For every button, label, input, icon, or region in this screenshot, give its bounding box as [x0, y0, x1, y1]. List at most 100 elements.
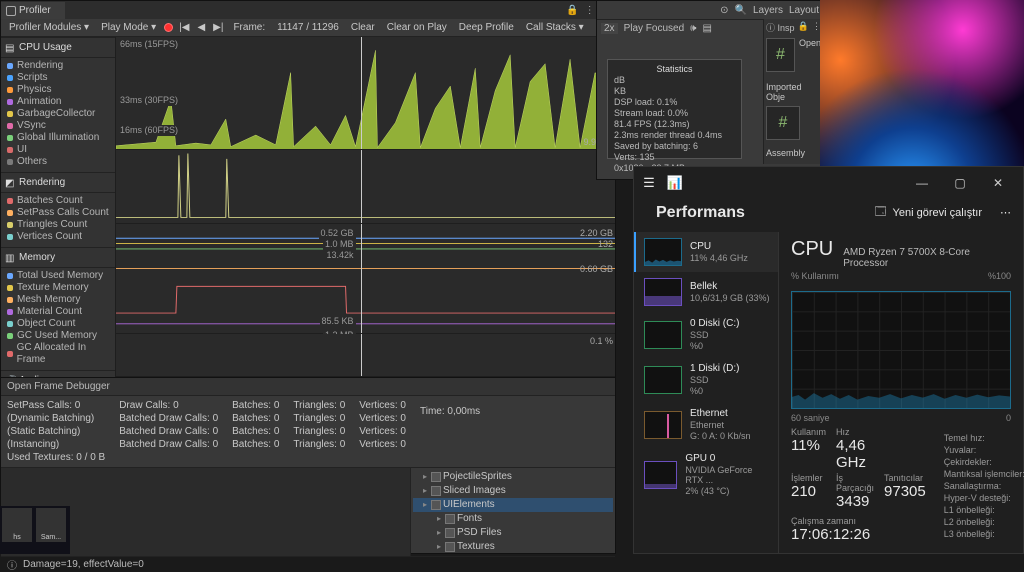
taskbar-item-1[interactable]: hs [2, 508, 32, 542]
sidebar-item[interactable]: GC Allocated In Frame [7, 342, 111, 366]
taskbar-item-2[interactable]: Sam... [36, 508, 66, 542]
maximize-icon[interactable]: ▢ [941, 176, 979, 190]
hamburger-icon[interactable]: ☰ [640, 175, 658, 191]
menu-icon[interactable]: ⋮ [585, 5, 595, 16]
frame-prev-icon[interactable]: ◀ [195, 22, 207, 33]
sidebar-item[interactable]: Physics [7, 84, 111, 96]
clear-button[interactable]: Clear [347, 22, 379, 33]
sidebar-item-gpu[interactable]: GPU 0NVIDIA GeForce RTX ...2% (43 °C) [634, 447, 778, 502]
sidebar-item-label: Object Count [17, 318, 75, 330]
lock-icon[interactable]: 🔒 [798, 21, 809, 34]
sidebar-item[interactable]: Animation [7, 96, 111, 108]
tree-node[interactable]: Fonts [413, 512, 613, 526]
task-manager-window: ☰ 📊 — ▢ ✕ Performans 🗔 Yeni görevi çalış… [633, 166, 1024, 554]
sidebar-item-ethernet[interactable]: EthernetEthernetG: 0 A: 0 Kb/sn [634, 402, 778, 447]
mute-icon[interactable]: 🕪 [690, 23, 696, 34]
asset-thumbnail[interactable]: # [766, 38, 795, 72]
sidebar-item[interactable]: Triangles Count [7, 219, 111, 231]
stat-value: Batches: 0 [232, 413, 279, 424]
asset-thumbnail-2[interactable]: # [766, 106, 800, 140]
audio-chart[interactable]: 0.1 % [116, 334, 615, 377]
profiler-tab[interactable]: Profiler [1, 2, 65, 19]
stat-line: Verts: 135 [614, 152, 735, 163]
layers-dropdown[interactable]: Layers [753, 5, 783, 16]
record-button[interactable] [164, 23, 173, 32]
frame-first-icon[interactable]: |◀ [177, 22, 191, 33]
stat-value: Triangles: 0 [293, 426, 345, 437]
sidebar-item[interactable]: VSync [7, 120, 111, 132]
open-frame-debugger-button[interactable]: Open Frame Debugger [1, 378, 615, 396]
mini-gpu-graph [644, 461, 677, 489]
search-icon[interactable]: 🔍 [735, 5, 747, 16]
profiler-charts: 66ms (15FPS) 33ms (30FPS) 16ms (60FPS) 9… [116, 37, 615, 377]
sidebar-memory-header[interactable]: ▥ Memory [1, 247, 115, 268]
pick-icon[interactable]: ⊙ [720, 5, 728, 16]
profiler-sidebar: ▤ CPU Usage RenderingScriptsPhysicsAnima… [1, 37, 116, 377]
tree-node[interactable]: PojectileSprites [413, 470, 613, 484]
sidebar-item[interactable]: GC Used Memory [7, 330, 111, 342]
close-icon[interactable]: ✕ [979, 176, 1017, 190]
tree-node[interactable]: Sliced Images [413, 484, 613, 498]
run-task-button[interactable]: 🗔 Yeni görevi çalıştır [875, 203, 982, 222]
titlebar[interactable]: ☰ 📊 — ▢ ✕ [634, 167, 1023, 199]
memory-icon: ▥ [5, 253, 15, 263]
sidebar-item[interactable]: Scripts [7, 72, 111, 84]
sidebar-item-disk0[interactable]: 0 Diski (C:)SSD%0 [634, 312, 778, 357]
sidebar-item[interactable]: Texture Memory [7, 282, 111, 294]
game-statistics-overlay: Statistics dBKBDSP load: 0.1%Stream load… [607, 59, 742, 159]
cpu-chart[interactable]: 66ms (15FPS) 33ms (30FPS) 16ms (60FPS) 9… [116, 37, 615, 150]
sidebar-item[interactable]: Mesh Memory [7, 294, 111, 306]
two-x[interactable]: 2x [601, 23, 618, 34]
profiler-modules-dropdown[interactable]: Profiler Modules [5, 22, 93, 33]
stat-value: (Dynamic Batching) [7, 413, 105, 424]
sidebar-item-label: VSync [17, 120, 46, 132]
color-dot [7, 147, 13, 153]
tree-node[interactable]: UIElements [413, 498, 613, 512]
sidebar-item[interactable]: GarbageCollector [7, 108, 111, 120]
minimize-icon[interactable]: — [903, 176, 941, 190]
sidebar-item[interactable]: Object Count [7, 318, 111, 330]
sidebar-item-cpu[interactable]: CPU11% 4,46 GHz [634, 232, 778, 272]
sidebar-item[interactable]: Total Used Memory [7, 270, 111, 282]
sidebar-item[interactable]: Global Illumination [7, 132, 111, 144]
render-stats: SetPass Calls: 0(Dynamic Batching)(Stati… [1, 396, 615, 467]
callstacks-dropdown[interactable]: Call Stacks [522, 22, 588, 33]
stats-icon[interactable]: ▤ [702, 23, 711, 34]
lock-icon[interactable]: 🔒 [566, 5, 578, 16]
deep-profile-button[interactable]: Deep Profile [455, 22, 518, 33]
open-button[interactable]: Open [799, 38, 821, 72]
sidebar-item[interactable]: Rendering [7, 60, 111, 72]
rendering-chart[interactable] [116, 150, 615, 224]
clear-on-play-button[interactable]: Clear on Play [383, 22, 451, 33]
memory-chart[interactable]: 0.52 GB 1.0 MB 13.42k 85.5 KB 1.2 MB 2.2… [116, 224, 615, 334]
mem-c: 13.42k [325, 250, 356, 261]
more-icon[interactable]: ⋯ [1000, 206, 1011, 219]
sidebar-item[interactable]: Vertices Count [7, 231, 111, 243]
color-dot [7, 111, 13, 117]
sidebar-item[interactable]: Batches Count [7, 195, 111, 207]
inspector-tab[interactable]: ⓘ Insp [766, 21, 795, 34]
stat-value: Batches: 0 [232, 439, 279, 450]
sidebar-item[interactable]: UI [7, 144, 111, 156]
sidebar-cpu-header[interactable]: ▤ CPU Usage [1, 37, 115, 58]
play-focused-dropdown[interactable]: Play Focused [624, 23, 685, 34]
sidebar-item[interactable]: SetPass Calls Count [7, 207, 111, 219]
layout-dropdown[interactable]: Layout [789, 5, 819, 16]
sidebar-item[interactable]: Material Count [7, 306, 111, 318]
folder-icon [445, 528, 455, 538]
tree-node[interactable]: Textures [413, 540, 613, 554]
console-message[interactable]: ⓘ Damage=19, effectValue=0 [1, 556, 615, 572]
cpu-utilization-chart[interactable] [791, 291, 1011, 409]
sidebar-item-memory[interactable]: Bellek10,6/31,9 GB (33%) [634, 272, 778, 312]
util-axis-max: %100 [988, 271, 1011, 281]
tree-node[interactable]: PSD Files [413, 526, 613, 540]
sidebar-item[interactable]: Others [7, 156, 111, 168]
play-mode-dropdown[interactable]: Play Mode [97, 22, 160, 33]
asset-tree[interactable]: PojectileSpritesSliced ImagesUIElementsF… [411, 468, 615, 556]
frame-next-icon[interactable]: ▶| [211, 22, 225, 33]
sidebar-audio-header[interactable]: 🔊 Audio [1, 370, 115, 377]
metric-threads: 3439 [836, 493, 869, 510]
stat-value: Batched Draw Calls: 0 [119, 413, 218, 424]
sidebar-rendering-header[interactable]: ◩ Rendering [1, 172, 115, 193]
sidebar-item-disk1[interactable]: 1 Diski (D:)SSD%0 [634, 357, 778, 402]
